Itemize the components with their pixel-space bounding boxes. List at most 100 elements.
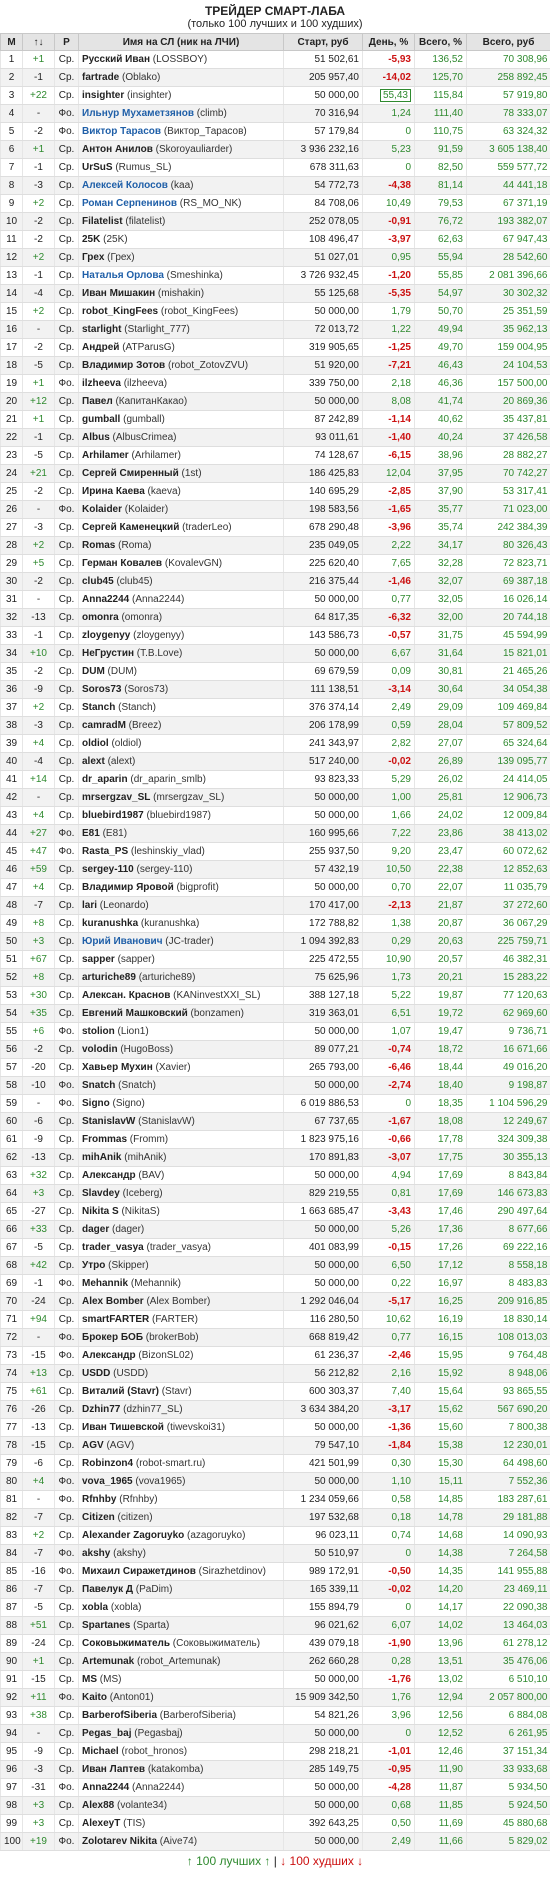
trader-name-link[interactable]: Nikita S: [82, 1206, 119, 1217]
trader-name-link[interactable]: Соковыжиматель: [82, 1638, 170, 1649]
table-row[interactable]: 72- Фо. Брокер БОБ (brokerBob) 668 819,42 0,…: [0, 1328, 550, 1347]
table-row[interactable]: 37 +2 Ср. Stanch (Stanch) 376 374,14 2,49 29,0…: [0, 698, 550, 717]
table-row[interactable]: 32 -13 Ср. omonra (omonra) 64 817,35 -6,32 32,…: [0, 608, 550, 627]
column-header-rank[interactable]: М: [0, 33, 23, 51]
table-row[interactable]: 63 +32 Ср. Александр (BAV) 50 000,00 4,94 17,6…: [0, 1166, 550, 1185]
trader-name-link[interactable]: Павел: [82, 396, 113, 407]
table-row[interactable]: 8 -3 Ср. Алексей Колосов (kaa) 54 772,73 -4,3…: [0, 176, 550, 195]
trader-name-link[interactable]: Сергей Каменецкий: [82, 522, 179, 533]
trader-name-link[interactable]: Евгений Машковский: [82, 1008, 188, 1019]
trader-name-link[interactable]: Русский Иван: [82, 54, 150, 65]
table-row[interactable]: 69 -1 Фо. Mehannik (Mehannik) 50 000,00 0,22 1…: [0, 1274, 550, 1293]
column-header-start[interactable]: Старт, руб: [283, 33, 363, 51]
trader-name-link[interactable]: Alexander Zagoruyko: [82, 1530, 184, 1541]
table-row[interactable]: 9 +2 Ср. Роман Серпенинов (RS_MO_NK) 84 708,…: [0, 194, 550, 213]
trader-name-link[interactable]: Иван Лаптев: [82, 1764, 145, 1775]
table-row[interactable]: 43 +4 Ср. bluebird1987 (bluebird1987) 50 000…: [0, 806, 550, 825]
trader-name-link[interactable]: НеГрустин: [82, 648, 134, 659]
trader-name-link[interactable]: Сергей Смиренный: [82, 468, 179, 479]
table-row[interactable]: 44 +27 Фо. E81 (E81) 160 995,66 7,22 23,86 38 4…: [0, 824, 550, 843]
trader-name-link[interactable]: fartrade: [82, 72, 119, 83]
table-row[interactable]: 48 -7 Ср. lari (Leonardo) 170 417,00 -2,13 21,…: [0, 896, 550, 915]
trader-name-link[interactable]: Robinzon4: [82, 1458, 133, 1469]
trader-name-link[interactable]: Michael: [82, 1746, 119, 1757]
trader-name-link[interactable]: StanislavW: [82, 1116, 135, 1127]
table-row[interactable]: 25 -2 Ср. Ирина Каева (kaeva) 140 695,29 -2,8…: [0, 482, 550, 501]
trader-name-link[interactable]: stolion: [82, 1026, 115, 1037]
trader-name-link[interactable]: Artemunak: [82, 1656, 134, 1667]
trader-name-link[interactable]: Kolaider: [82, 504, 122, 515]
table-row[interactable]: 14 -4 Ср. Иван Мишакин (mishakin) 55 125,68-…: [0, 284, 550, 303]
trader-name-link[interactable]: Александр: [82, 1350, 136, 1361]
column-header-day[interactable]: День, %: [362, 33, 415, 51]
table-row[interactable]: 55 +6 Фо. stolion (Lion1) 50 000,00 1,07 19,47…: [0, 1022, 550, 1041]
table-row[interactable]: 80 +4 Фо. vova_1965 (vova1965) 50 000,00 1,10…: [0, 1472, 550, 1491]
table-row[interactable]: 76 -26 Ср. Dzhin77 (dzhin77_SL) 3 634 384,20…: [0, 1400, 550, 1419]
trader-name-link[interactable]: sapper: [82, 954, 115, 965]
trader-name-link[interactable]: Ильнур Мухаметзянов: [82, 108, 194, 119]
trader-name-link[interactable]: mihAnik: [82, 1152, 121, 1163]
table-row[interactable]: 89 -24 Ср. Соковыжиматель (Соковыжиматель) 4…: [0, 1634, 550, 1653]
trader-name-link[interactable]: USDD: [82, 1368, 110, 1379]
table-row[interactable]: 87 -5 Ср. xobla (xobla) 155 894,79 0 14,17 22 0…: [0, 1598, 550, 1617]
table-row[interactable]: 61 -9 Ср. Frommas (Fromm) 1 823 975,16 -0,66 1…: [0, 1130, 550, 1149]
table-row[interactable]: 35 -2 Ср. DUM (DUM) 69 679,59 0,09 30,81 21 465…: [0, 662, 550, 681]
table-row[interactable]: 57 -20 Ср. Хавьер Мухин (Xavier) 265 793,00-…: [0, 1058, 550, 1077]
trader-name-link[interactable]: Павелук Д: [82, 1584, 133, 1595]
table-row[interactable]: 45 +47 Фо. Rasta_PS (leshinskiy_vlad) 255 93…: [0, 842, 550, 861]
table-row[interactable]: 99 +3 Ср. AlexeyT (TIS) 392 643,25 0,50 11,69 4…: [0, 1814, 550, 1833]
table-row[interactable]: 93 +38 Ср. BarberofSiberia (BarberofSiberia…: [0, 1706, 550, 1725]
table-row[interactable]: 59- Фо. Signo (Signo) 6 019 886,53 0 18,35 1 1…: [0, 1094, 550, 1113]
table-row[interactable]: 11 -2 Ср. 25K (25K) 108 496,47 -3,97 62,63 67 9…: [0, 230, 550, 249]
trader-name-link[interactable]: Romas: [82, 540, 115, 551]
table-row[interactable]: 21 +1 Ср. gumball (gumball) 87 242,89 -1,14 40…: [0, 410, 550, 429]
trader-name-link[interactable]: Filatelist: [82, 216, 123, 227]
table-row[interactable]: 23 -5 Ср. Arhilamer (Arhilamer) 74 128,67 -6,…: [0, 446, 550, 465]
table-row[interactable]: 33 -1 Ср. zloygenyy (zloygenyy) 143 586,73 -0…: [0, 626, 550, 645]
trader-name-link[interactable]: gumball: [82, 414, 120, 425]
trader-name-link[interactable]: smartFARTER: [82, 1314, 149, 1325]
trader-name-link[interactable]: zloygenyy: [82, 630, 130, 641]
table-row[interactable]: 24 +21 Ср. Сергей Смиренный (1st) 186 425,83…: [0, 464, 550, 483]
table-row[interactable]: 54 +35 Ср. Евгений Машковский (bonzamen) 319…: [0, 1004, 550, 1023]
table-row[interactable]: 50 +3 Ср. Юрий Иванович (JC-trader) 1 094 39…: [0, 932, 550, 951]
trader-name-link[interactable]: Роман Серпенинов: [82, 198, 177, 209]
trader-name-link[interactable]: Владимир Яровой: [82, 882, 174, 893]
trader-name-link[interactable]: Signo: [82, 1098, 110, 1109]
trader-name-link[interactable]: Slavdey: [82, 1188, 120, 1199]
table-row[interactable]: 62 -13 Ср. mihAnik (mihAnik) 170 891,83 -3,07…: [0, 1148, 550, 1167]
table-row[interactable]: 65 -27 Ср. Nikita S (NikitaS) 1 663 685,47 -3…: [0, 1202, 550, 1221]
trader-name-link[interactable]: Андрей: [82, 342, 119, 353]
trader-name-link[interactable]: Герман Ковалев: [82, 558, 162, 569]
trader-name-link[interactable]: UrSuS: [82, 162, 113, 173]
trader-name-link[interactable]: omonra: [82, 612, 119, 623]
trader-name-link[interactable]: Алексан. Краснов: [82, 990, 170, 1001]
column-header-change[interactable]: ↑↓: [22, 33, 55, 51]
table-row[interactable]: 90 +1 Ср. Artemunak (robot_Artemunak) 262 66…: [0, 1652, 550, 1671]
trader-name-link[interactable]: Rfnhby: [82, 1494, 116, 1505]
table-row[interactable]: 91 -15 Ср. MS (MS) 50 000,00 -1,76 13,02 6 510,…: [0, 1670, 550, 1689]
table-row[interactable]: 71 +94 Ср. smartFARTER (FARTER) 116 280,50 10…: [0, 1310, 550, 1329]
table-row[interactable]: 30 -2 Ср. club45 (club45) 216 375,44 -1,46 32,…: [0, 572, 550, 591]
trader-name-link[interactable]: Soros73: [82, 684, 121, 695]
table-row[interactable]: 20 +12 Ср. Павел (КапитанКакао) 50 000,00 8,0…: [0, 392, 550, 411]
trader-name-link[interactable]: Алексей Колосов: [82, 180, 168, 191]
table-row[interactable]: 13 -1 Ср. Наталья Орлова (Smeshinka) 3 726 9…: [0, 266, 550, 285]
trader-name-link[interactable]: Утро: [82, 1260, 105, 1271]
trader-name-link[interactable]: Наталья Орлова: [82, 270, 164, 281]
trader-name-link[interactable]: Citizen: [82, 1512, 115, 1523]
trader-name-link[interactable]: Anna2244: [82, 1782, 129, 1793]
trader-name-link[interactable]: Pegas_baj: [82, 1728, 131, 1739]
column-header-name[interactable]: Имя на СЛ (ник на ЛЧИ): [78, 33, 284, 51]
table-row[interactable]: 26- Фо. Kolaider (Kolaider) 198 583,56 -1,65…: [0, 500, 550, 519]
table-row[interactable]: 12 +2 Ср. Грех (Грех) 51 027,01 0,95 55,94 28 5…: [0, 248, 550, 267]
table-row[interactable]: 60 -6 Ср. StanislavW (StanislavW) 67 737,65-…: [0, 1112, 550, 1131]
table-row[interactable]: 19 +1 Фо. ilzheeva (ilzheeva) 339 750,00 2,18…: [0, 374, 550, 393]
trader-name-link[interactable]: kuranushka: [82, 918, 138, 929]
table-row[interactable]: 16- Ср. starlight (Starlight_777) 72 013,72…: [0, 320, 550, 339]
trader-name-link[interactable]: AlexeyT: [82, 1818, 120, 1829]
table-row[interactable]: 40 -4 Ср. alext (alext) 517 240,00 -0,02 26,89…: [0, 752, 550, 771]
table-row[interactable]: 1 +1 Ср. Русский Иван (LOSSBOY) 51 502,61 -5,…: [0, 50, 550, 69]
table-row[interactable]: 96 -3 Ср. Иван Лаптев (katakomba) 285 149,75…: [0, 1760, 550, 1779]
trader-name-link[interactable]: Mehannik: [82, 1278, 128, 1289]
